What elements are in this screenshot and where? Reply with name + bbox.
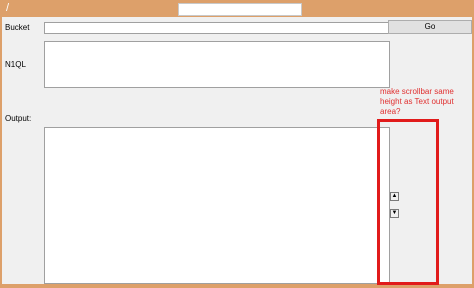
output-text-area[interactable]	[44, 127, 390, 284]
output-label: Output:	[5, 114, 32, 123]
client-area: Bucket Go N1QL Output: ▲ ▼ make scrollba…	[2, 17, 472, 285]
feather-icon: /	[6, 2, 10, 14]
go-button[interactable]: Go	[388, 20, 472, 34]
titlebar[interactable]: /	[0, 0, 474, 17]
n1ql-label: N1QL	[5, 60, 26, 69]
window-frame: / Bucket Go N1QL Output: ▲ ▼ make scroll…	[0, 0, 474, 288]
bucket-input[interactable]	[44, 22, 390, 34]
window-title-field	[178, 3, 302, 16]
annotation-note: make scrollbar same height as Text outpu…	[380, 87, 454, 116]
annotation-highlight-box	[377, 119, 439, 285]
n1ql-text-area[interactable]	[44, 41, 390, 88]
bucket-label: Bucket	[5, 23, 30, 32]
